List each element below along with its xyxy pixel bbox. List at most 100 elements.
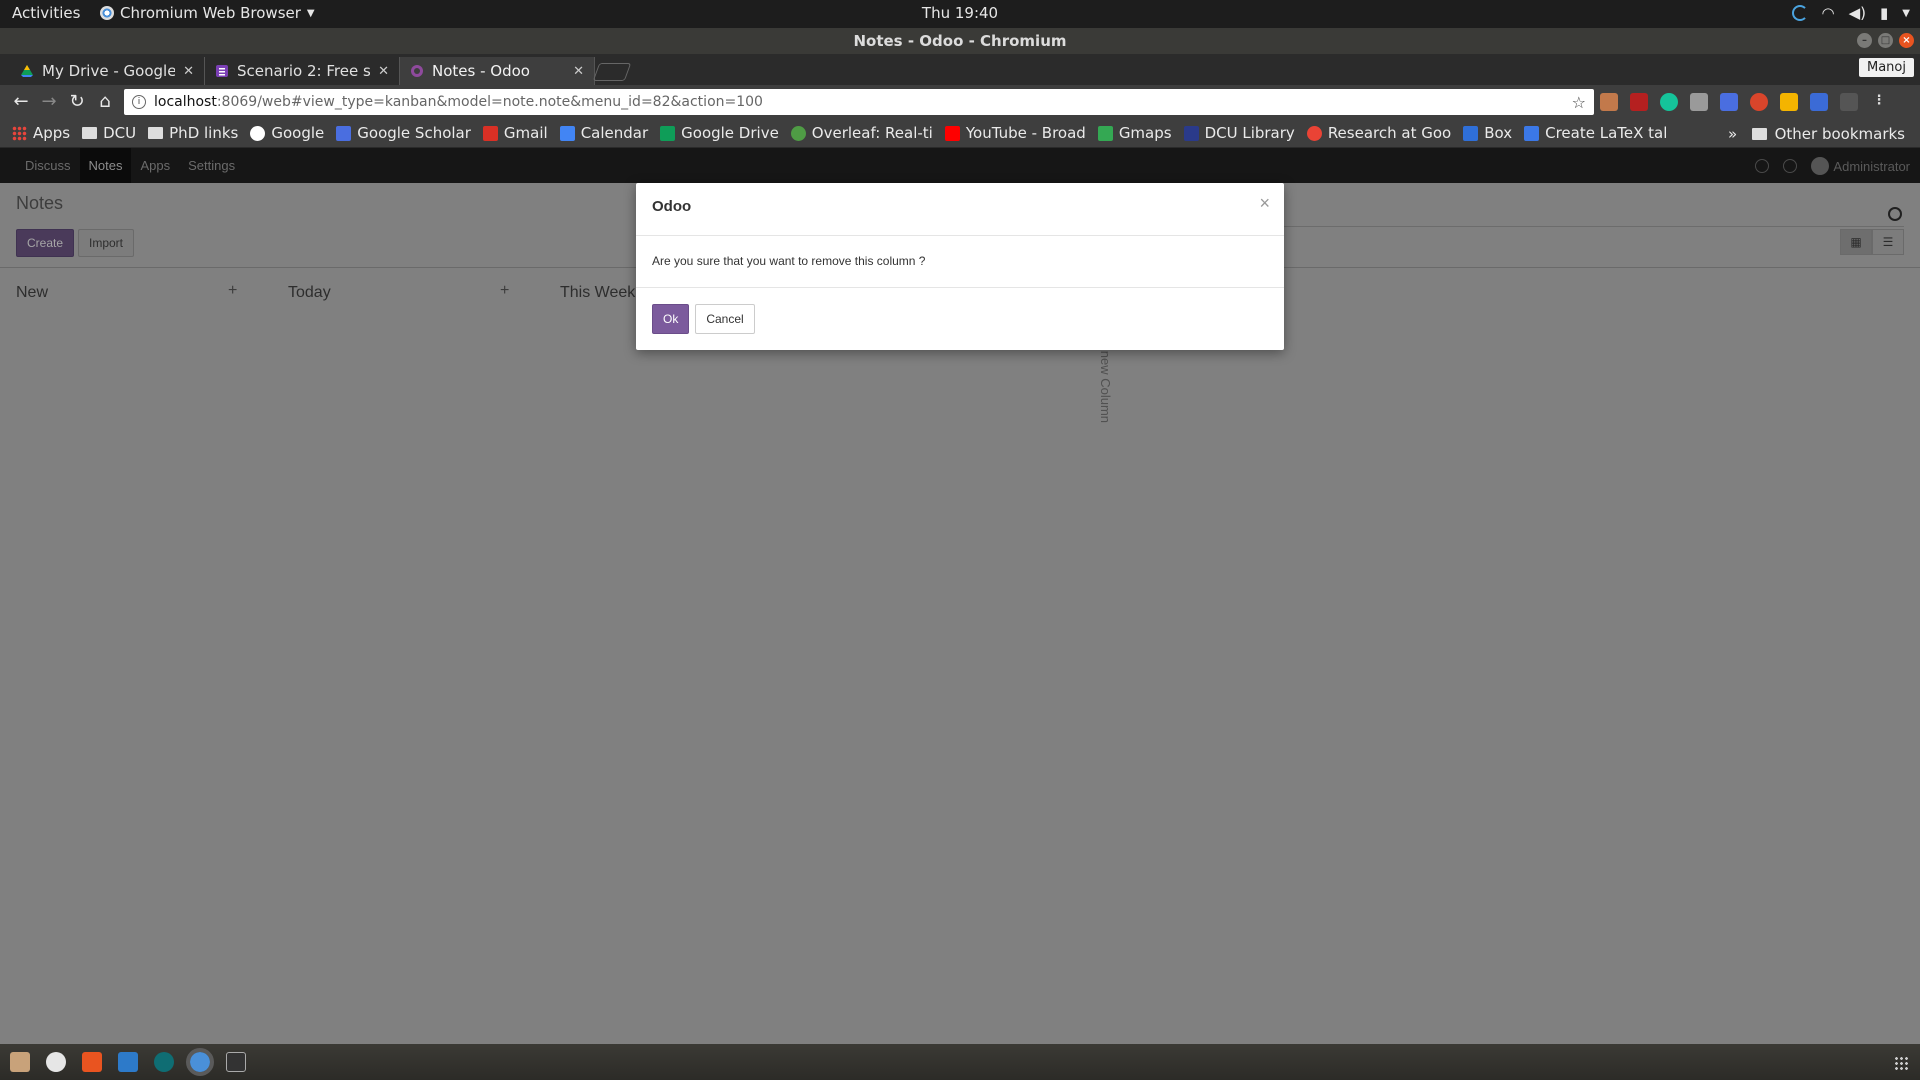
ok-button[interactable]: Ok — [652, 304, 690, 334]
box-icon — [1463, 125, 1479, 141]
bookmark-overleaf[interactable]: Overleaf: Real-ti — [790, 124, 933, 142]
maximize-icon[interactable]: □ — [1878, 33, 1893, 48]
apps-grid-icon — [12, 125, 27, 141]
dcu-icon — [1183, 125, 1199, 141]
chrome-menu-icon[interactable]: ⋮ — [1870, 93, 1888, 111]
software-center-icon[interactable] — [82, 1052, 102, 1072]
new-tab-button[interactable] — [592, 63, 632, 81]
info-icon[interactable]: i — [132, 95, 146, 109]
show-apps-icon[interactable] — [1894, 1056, 1908, 1070]
tab-google-drive[interactable]: My Drive - Google Drive ✕ — [10, 57, 205, 85]
cancel-button[interactable]: Cancel — [695, 304, 755, 334]
search-icon[interactable] — [1888, 207, 1902, 221]
bookmark-latex-table[interactable]: Create LaTeX tal — [1524, 124, 1667, 142]
chromium-icon — [100, 6, 114, 20]
translate-icon[interactable] — [1720, 93, 1738, 111]
spinner-icon — [1791, 5, 1808, 21]
chromium-icon[interactable] — [186, 1048, 214, 1076]
bookmark-label: Calendar — [580, 124, 649, 142]
address-bar[interactable]: i localhost :8069/web#view_type=kanban&m… — [124, 89, 1594, 115]
bookmark-dcu-library[interactable]: DCU Library — [1183, 124, 1295, 142]
tab-strip: My Drive - Google Drive ✕ Scenario 2: Fr… — [0, 54, 1920, 85]
reload-icon[interactable]: ↻ — [66, 91, 88, 113]
extension-icon[interactable] — [1840, 93, 1858, 111]
profile-badge[interactable]: Manoj — [1859, 58, 1914, 77]
bookmark-gmail[interactable]: Gmail — [482, 124, 548, 142]
bookmark-gmaps[interactable]: Gmaps — [1097, 124, 1172, 142]
bookmark-google[interactable]: Google — [250, 124, 324, 142]
bookmark-apps[interactable]: Apps — [12, 124, 70, 142]
tab-scenario[interactable]: Scenario 2: Free style ✕ — [205, 57, 400, 85]
create-button[interactable]: Create — [16, 229, 75, 257]
user-name: Administrator — [1833, 158, 1910, 174]
blocker-icon[interactable] — [1750, 93, 1768, 111]
bookmark-box[interactable]: Box — [1463, 124, 1512, 142]
view-switcher: ▦ ☰ — [1840, 229, 1904, 255]
close-icon[interactable]: × — [1259, 193, 1270, 214]
search-input[interactable] — [1284, 203, 1904, 227]
menu-discuss[interactable]: Discuss — [16, 148, 80, 183]
bookmark-youtube[interactable]: YouTube - Broad — [944, 124, 1086, 142]
bookmark-label: Research at Goo — [1327, 124, 1452, 142]
bookmark-label: Apps — [33, 124, 71, 142]
import-button[interactable]: Import — [78, 229, 135, 257]
extension-icon[interactable] — [1690, 93, 1708, 111]
forward-icon[interactable]: → — [38, 91, 60, 113]
bookmark-star-icon[interactable]: ☆ — [1572, 93, 1586, 112]
extension-icon[interactable] — [1810, 93, 1828, 111]
tab-close-icon[interactable]: ✕ — [573, 64, 584, 79]
bookmark-google-scholar[interactable]: Google Scholar — [336, 124, 471, 142]
dialog-header: Odoo × — [636, 183, 1284, 236]
kanban-board: New + Today + This Week Add new Column — [0, 268, 1920, 1044]
column-title-new[interactable]: New — [16, 268, 48, 318]
app-menu[interactable]: Chromium Web Browser ▼ — [100, 4, 315, 22]
extension-icon[interactable] — [1600, 93, 1618, 111]
bookmark-label: DCU — [103, 124, 137, 142]
column-add-button[interactable]: + — [228, 282, 237, 300]
kanban-view-icon[interactable]: ▦ — [1840, 229, 1872, 255]
bookmark-google-drive[interactable]: Google Drive — [660, 124, 779, 142]
column-title-this-week[interactable]: This Week — [560, 268, 635, 318]
system-icon[interactable] — [46, 1052, 66, 1072]
bookmarks-overflow-button[interactable]: » — [1728, 125, 1737, 143]
files-icon[interactable] — [10, 1052, 30, 1072]
home-icon[interactable]: ⌂ — [94, 91, 116, 113]
other-bookmarks[interactable]: Other bookmarks — [1751, 125, 1905, 143]
back-icon[interactable]: ← — [10, 91, 32, 113]
analytics-icon[interactable] — [1780, 93, 1798, 111]
bookmark-phd-links[interactable]: PhD links — [148, 124, 238, 142]
menu-notes[interactable]: Notes — [79, 148, 132, 183]
menu-apps[interactable]: Apps — [131, 148, 179, 183]
tab-title: My Drive - Google Drive — [42, 62, 176, 80]
minimize-icon[interactable]: – — [1857, 33, 1872, 48]
folder-icon — [1751, 128, 1767, 140]
google-icon — [250, 125, 266, 141]
column-title-today[interactable]: Today — [288, 268, 331, 318]
menu-settings[interactable]: Settings — [179, 148, 244, 183]
url-path: :8069/web#view_type=kanban&model=note.no… — [216, 94, 763, 110]
activity-clock-icon[interactable] — [1755, 159, 1770, 173]
overleaf-icon — [790, 125, 806, 141]
tab-close-icon[interactable]: ✕ — [378, 64, 389, 79]
mendeley-icon[interactable] — [1630, 93, 1648, 111]
tab-title: Scenario 2: Free style — [237, 62, 371, 80]
bookmark-research-google[interactable]: Research at Goo — [1306, 124, 1452, 142]
grammarly-icon[interactable] — [1660, 93, 1678, 111]
vscode-icon[interactable] — [118, 1052, 138, 1072]
close-window-icon[interactable]: × — [1899, 33, 1914, 48]
bookmark-label: DCU Library — [1204, 124, 1295, 142]
other-bookmarks-label: Other bookmarks — [1774, 125, 1905, 143]
bookmark-calendar[interactable]: Calendar — [559, 124, 649, 142]
volume-icon: ◀) — [1848, 4, 1867, 22]
user-menu[interactable]: Administrator — [1811, 157, 1910, 175]
app-icon[interactable] — [154, 1052, 174, 1072]
activities-button[interactable]: Activities — [12, 4, 80, 22]
tab-notes-odoo[interactable]: Notes - Odoo ✕ — [400, 57, 595, 85]
messages-icon[interactable] — [1783, 159, 1798, 173]
column-add-button[interactable]: + — [500, 282, 509, 300]
terminal-icon[interactable] — [226, 1052, 246, 1072]
system-tray[interactable]: ◠ ◀) ▮ ▼ — [1791, 4, 1910, 22]
list-view-icon[interactable]: ☰ — [1872, 229, 1904, 255]
bookmark-dcu[interactable]: DCU — [82, 124, 136, 142]
tab-close-icon[interactable]: ✕ — [183, 64, 194, 79]
